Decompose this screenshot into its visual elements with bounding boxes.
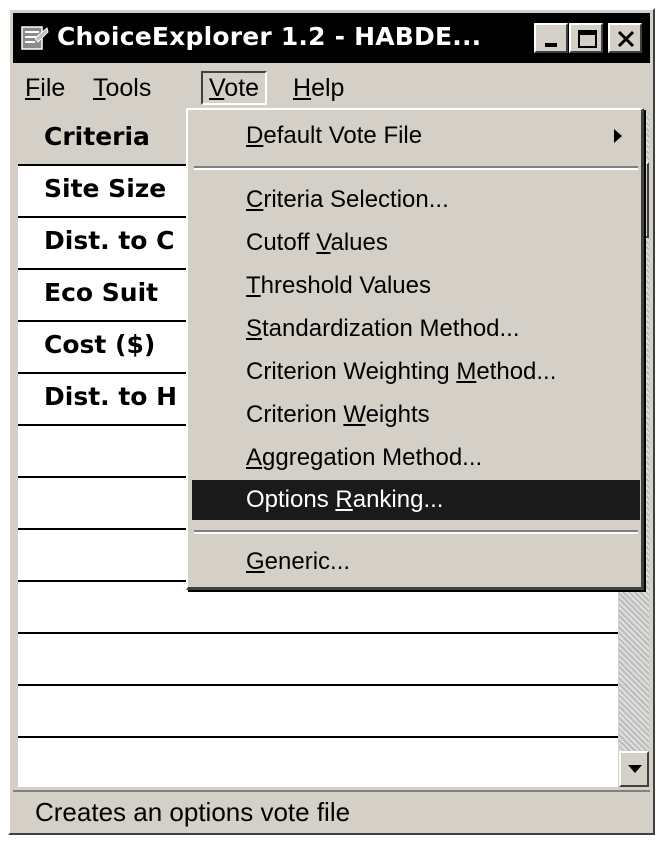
maximize-button[interactable] — [569, 23, 603, 53]
menu-item-criterion-weights[interactable]: Criterion Weights — [192, 395, 640, 435]
menu-item-criteria-selection[interactable]: Criteria Selection... — [192, 180, 640, 220]
app-icon[interactable] — [21, 24, 49, 52]
criterion-label: Cost ($) — [44, 330, 156, 359]
window-title: ChoiceExplorer 1.2 - HABDE... — [57, 22, 482, 51]
menu-item-options-ranking[interactable]: Options Ranking... — [192, 480, 640, 520]
menu-item-standardization-method[interactable]: Standardization Method... — [192, 309, 640, 349]
minimize-button[interactable] — [534, 23, 568, 53]
grid-header-label: Criteria — [44, 122, 150, 151]
close-icon[interactable] — [608, 23, 642, 53]
criterion-label: Eco Suit — [44, 278, 159, 307]
vote-dropdown-menu: Default Vote File Criteria Selection... … — [186, 108, 644, 590]
menu-item-generic[interactable]: Generic... — [192, 542, 640, 582]
status-text: Creates an options vote file — [35, 797, 351, 827]
table-row-empty[interactable] — [18, 738, 618, 787]
menu-vote[interactable]: Vote — [201, 71, 268, 105]
title-bar[interactable]: ChoiceExplorer 1.2 - HABDE... — [13, 13, 650, 63]
menu-bar: File Tools Vote Help — [13, 65, 650, 110]
scroll-down-button[interactable] — [619, 751, 649, 787]
menu-item-default-vote-file[interactable]: Default Vote File — [192, 116, 640, 156]
menu-separator — [194, 530, 638, 534]
criterion-label: Dist. to C — [44, 226, 175, 255]
menu-file[interactable]: File — [19, 71, 71, 105]
menu-help[interactable]: Help — [287, 71, 350, 105]
table-row-empty[interactable] — [18, 686, 618, 738]
menu-tools[interactable]: Tools — [87, 71, 157, 105]
criterion-label: Site Size — [44, 174, 167, 203]
menu-item-cutoff-values[interactable]: Cutoff Values — [192, 223, 640, 263]
menu-item-aggregation-method[interactable]: Aggregation Method... — [192, 438, 640, 478]
submenu-arrow-icon — [614, 129, 622, 143]
status-bar: Creates an options vote file — [13, 790, 650, 832]
menu-separator — [194, 166, 638, 170]
table-row-empty[interactable] — [18, 634, 618, 686]
menu-item-criterion-weighting-method[interactable]: Criterion Weighting Method... — [192, 352, 640, 392]
arrow-down-icon — [628, 765, 642, 773]
menu-item-threshold-values[interactable]: Threshold Values — [192, 266, 640, 306]
criterion-label: Dist. to H — [44, 382, 178, 411]
